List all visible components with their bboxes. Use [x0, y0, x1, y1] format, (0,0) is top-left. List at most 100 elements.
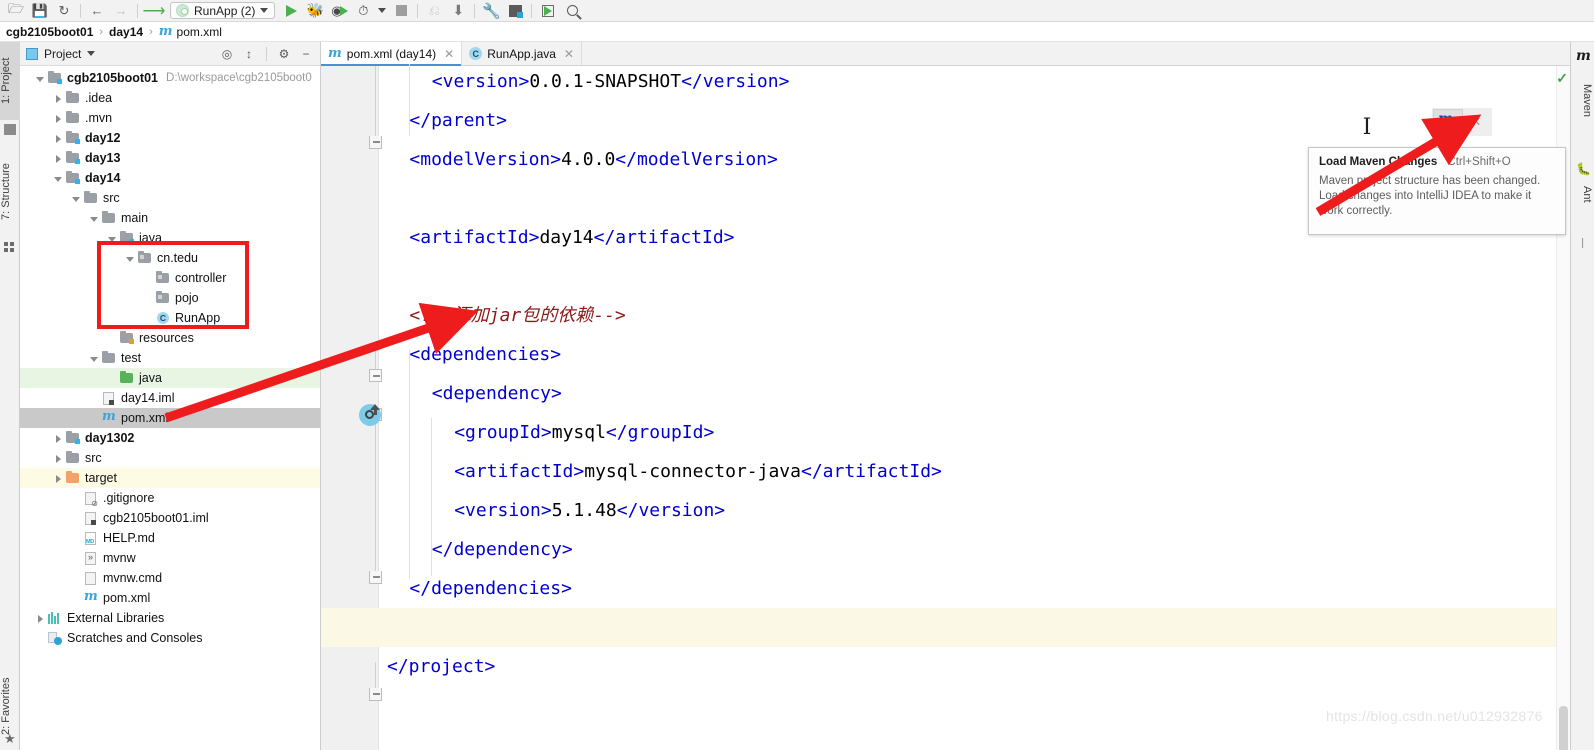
- open-folder-icon[interactable]: 🗁: [4, 1, 28, 21]
- breadcrumb-item-project[interactable]: cgb2105boot01: [6, 25, 93, 39]
- code-line[interactable]: <modelVersion>4.0.0</modelVersion>: [379, 140, 777, 179]
- close-icon[interactable]: ✕: [1463, 109, 1489, 135]
- tree-item-main[interactable]: main: [20, 208, 320, 228]
- tree-item-day14[interactable]: day14: [20, 168, 320, 188]
- code-line[interactable]: </dependencies>: [379, 569, 572, 608]
- tree-expand-arrow[interactable]: [52, 472, 65, 485]
- debug-icon[interactable]: 🐝: [303, 1, 327, 21]
- tree-item-day13[interactable]: day13: [20, 148, 320, 168]
- code-line[interactable]: <version>0.0.1-SNAPSHOT</version>: [379, 62, 790, 101]
- editor-scrollbar-thumb[interactable]: [1559, 706, 1568, 750]
- run-icon[interactable]: [279, 1, 303, 21]
- sidebar-item-ant[interactable]: Ant: [1573, 180, 1593, 208]
- tree-expand-arrow[interactable]: [70, 192, 83, 205]
- stop-icon[interactable]: [389, 1, 413, 21]
- hide-panel-icon[interactable]: −: [298, 46, 314, 62]
- download-sources-icon[interactable]: ⬇: [446, 1, 470, 21]
- tree-expand-arrow[interactable]: [52, 92, 65, 105]
- tree-expand-arrow[interactable]: [70, 532, 83, 545]
- tree-expand-arrow[interactable]: [124, 252, 137, 265]
- tree-expand-arrow[interactable]: [70, 492, 83, 505]
- tree-expand-arrow[interactable]: [34, 612, 47, 625]
- tree-item-mvnw[interactable]: mvnw: [20, 548, 320, 568]
- tree-expand-arrow[interactable]: [52, 132, 65, 145]
- tree-item-external-libraries[interactable]: External Libraries: [20, 608, 320, 628]
- tree-item-day14-iml[interactable]: day14.iml: [20, 388, 320, 408]
- back-arrow-icon[interactable]: ←: [85, 1, 109, 21]
- tree-item-day12[interactable]: day12: [20, 128, 320, 148]
- locate-icon[interactable]: ◎: [219, 46, 235, 62]
- project-structure-icon[interactable]: [503, 1, 527, 21]
- tree-expand-arrow[interactable]: [106, 232, 119, 245]
- database-label[interactable]: —: [1577, 238, 1588, 248]
- tree-item--idea[interactable]: .idea: [20, 88, 320, 108]
- tree-item--mvn[interactable]: .mvn: [20, 108, 320, 128]
- tree-expand-arrow[interactable]: [88, 212, 101, 225]
- tree-item-resources[interactable]: resources: [20, 328, 320, 348]
- tree-item-target[interactable]: target: [20, 468, 320, 488]
- tree-item-scratches-and-consoles[interactable]: Scratches and Consoles: [20, 628, 320, 648]
- tree-item-day1302[interactable]: day1302: [20, 428, 320, 448]
- build-icon[interactable]: ⎌: [422, 1, 446, 21]
- tree-expand-arrow[interactable]: [106, 332, 119, 345]
- tree-expand-arrow[interactable]: [70, 592, 83, 605]
- code-line[interactable]: [379, 257, 420, 296]
- tree-expand-arrow[interactable]: [142, 272, 155, 285]
- forward-arrow-icon[interactable]: →: [109, 1, 133, 21]
- maven-reload-button[interactable]: m: [1433, 109, 1463, 135]
- tree-expand-arrow[interactable]: [34, 632, 47, 645]
- tree-item-cgb2105boot01[interactable]: cgb2105boot01 D:\workspace\cgb2105boot0: [20, 68, 320, 88]
- code-line[interactable]: <dependencies>: [379, 335, 561, 374]
- breadcrumb-item-module[interactable]: day14: [109, 25, 143, 39]
- code-line[interactable]: [321, 608, 1570, 647]
- tree-item-mvnw-cmd[interactable]: mvnw.cmd: [20, 568, 320, 588]
- tree-item-src[interactable]: src: [20, 188, 320, 208]
- code-line[interactable]: <dependency>: [379, 374, 562, 413]
- chevron-down-icon[interactable]: [87, 51, 96, 56]
- tree-expand-arrow[interactable]: [34, 72, 47, 85]
- run-coverage-icon[interactable]: ◉: [327, 1, 351, 21]
- code-line[interactable]: <artifactId>day14</artifactId>: [379, 218, 734, 257]
- code-line[interactable]: </parent>: [379, 101, 507, 140]
- tree-expand-arrow[interactable]: [70, 512, 83, 525]
- code-line[interactable]: [379, 179, 420, 218]
- tree-item--gitignore[interactable]: .gitignore: [20, 488, 320, 508]
- sidebar-item-maven[interactable]: Maven: [1573, 70, 1593, 132]
- run-configuration-selector[interactable]: RunApp (2): [170, 2, 276, 19]
- code-line[interactable]: <artifactId>mysql-connector-java</artifa…: [379, 452, 942, 491]
- code-line[interactable]: <groupId>mysql</groupId>: [379, 413, 714, 452]
- inspection-ok-icon[interactable]: ✓: [1556, 70, 1568, 87]
- tree-expand-arrow[interactable]: [88, 392, 101, 405]
- tree-expand-arrow[interactable]: [70, 572, 83, 585]
- undo-icon[interactable]: ⟶: [142, 1, 166, 21]
- tree-expand-arrow[interactable]: [52, 152, 65, 165]
- save-icon[interactable]: 💾: [28, 1, 52, 21]
- tree-item-cn-tedu[interactable]: cn.tedu: [20, 248, 320, 268]
- tree-item-pom-xml[interactable]: m pom.xml: [20, 588, 320, 608]
- tree-expand-arrow[interactable]: [88, 412, 101, 425]
- tree-item-runapp[interactable]: C RunApp: [20, 308, 320, 328]
- tree-expand-arrow[interactable]: [70, 552, 83, 565]
- sidebar-item-project[interactable]: 1: Project: [0, 42, 20, 120]
- tree-item-java[interactable]: java: [20, 368, 320, 388]
- tree-item-pojo[interactable]: pojo: [20, 288, 320, 308]
- tree-expand-arrow[interactable]: [142, 292, 155, 305]
- code-line[interactable]: <!--添加jar包的依赖-->: [379, 296, 625, 335]
- profile-dropdown-icon[interactable]: [375, 1, 389, 21]
- tree-item-cgb2105boot01-iml[interactable]: cgb2105boot01.iml: [20, 508, 320, 528]
- tree-expand-arrow[interactable]: [52, 112, 65, 125]
- wrench-icon[interactable]: 🔧: [479, 1, 503, 21]
- download-dependencies-icon[interactable]: [359, 404, 381, 426]
- tree-expand-arrow[interactable]: [106, 372, 119, 385]
- tree-item-java[interactable]: java: [20, 228, 320, 248]
- tree-item-pom-xml[interactable]: m pom.xml: [20, 408, 320, 428]
- close-icon[interactable]: ✕: [444, 47, 454, 61]
- profile-icon[interactable]: ⏱: [351, 1, 375, 21]
- tree-expand-arrow[interactable]: [142, 312, 155, 325]
- tree-expand-arrow[interactable]: [52, 172, 65, 185]
- tree-expand-arrow[interactable]: [52, 432, 65, 445]
- terminal-icon[interactable]: [536, 1, 560, 21]
- sidebar-item-structure[interactable]: 7: Structure: [0, 146, 20, 238]
- breadcrumb-item-file[interactable]: pom.xml: [177, 25, 222, 39]
- collapse-all-icon[interactable]: ↕: [241, 46, 257, 62]
